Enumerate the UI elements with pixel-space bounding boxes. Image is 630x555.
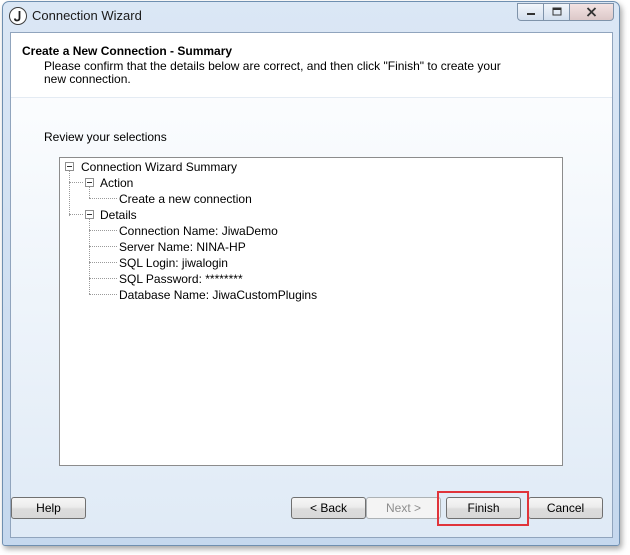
caption-buttons (517, 3, 614, 21)
close-icon (586, 7, 597, 17)
minimize-icon (526, 13, 535, 15)
tree-node-connection-name[interactable]: Connection Name: JiwaDemo (119, 224, 278, 238)
window-title: Connection Wizard (32, 8, 142, 23)
tree-node-action-value[interactable]: Create a new connection (119, 192, 252, 206)
cancel-button[interactable]: Cancel (528, 497, 603, 519)
tree-line (89, 198, 117, 199)
collapse-icon[interactable] (65, 162, 74, 171)
tree-node-database-name[interactable]: Database Name: JiwaCustomPlugins (119, 288, 317, 302)
tree-line (89, 186, 90, 198)
maximize-icon (552, 7, 561, 16)
tree-node-sql-login[interactable]: SQL Login: jiwalogin (119, 256, 228, 270)
wizard-header: Create a New Connection - Summary Please… (11, 33, 612, 98)
header-divider (11, 97, 612, 98)
tree-line (69, 214, 83, 215)
tree-line (89, 294, 117, 295)
help-button[interactable]: Help (11, 497, 86, 519)
tree-line (69, 170, 70, 216)
back-button[interactable]: < Back (291, 497, 366, 519)
collapse-icon[interactable] (85, 178, 94, 187)
next-button[interactable]: Next > (366, 497, 441, 519)
review-label: Review your selections (44, 130, 167, 144)
summary-tree[interactable]: Connection Wizard Summary Action Create … (59, 157, 563, 466)
tree-line (89, 262, 117, 263)
tree-line (89, 278, 117, 279)
title-bar[interactable]: Connection Wizard (3, 2, 619, 30)
tree-line (89, 246, 117, 247)
tree-node-server-name[interactable]: Server Name: NINA-HP (119, 240, 246, 254)
tree-node-details[interactable]: Details (100, 208, 137, 222)
tree-node-root[interactable]: Connection Wizard Summary (81, 160, 237, 174)
collapse-icon[interactable] (85, 210, 94, 219)
minimize-button[interactable] (517, 3, 544, 21)
tree-node-action[interactable]: Action (100, 176, 133, 190)
tree-line (69, 182, 83, 183)
tree-node-sql-password[interactable]: SQL Password: ******** (119, 272, 243, 286)
page-description: Please confirm that the details below ar… (44, 59, 501, 86)
connection-wizard-window: Connection Wizard Create a New Connectio… (2, 1, 620, 546)
maximize-button[interactable] (544, 3, 570, 21)
close-button[interactable] (570, 3, 614, 21)
finish-highlight-box (437, 491, 529, 526)
tree-line (89, 230, 117, 231)
jiwa-j-icon (9, 7, 27, 25)
wizard-client-area: Create a New Connection - Summary Please… (10, 32, 613, 538)
page-title: Create a New Connection - Summary (22, 44, 233, 58)
